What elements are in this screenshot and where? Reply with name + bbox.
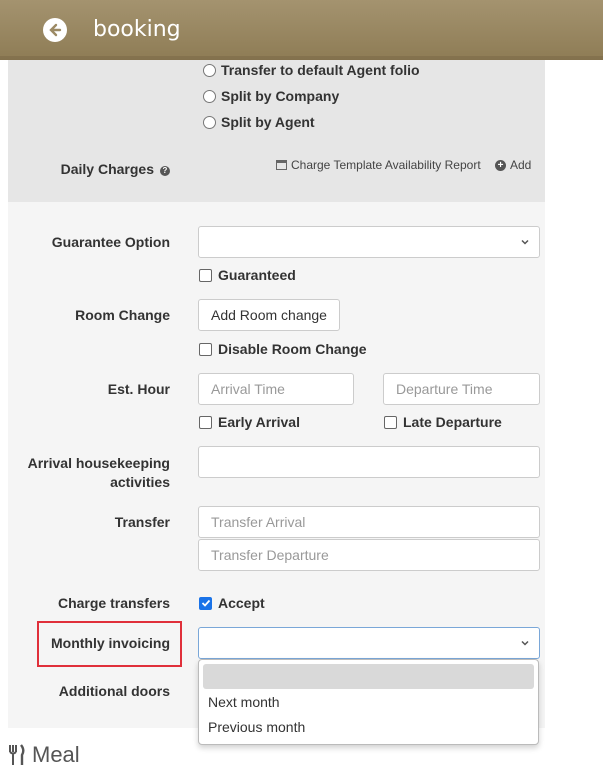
- accept-checkbox-row[interactable]: Accept: [199, 595, 265, 611]
- accept-checkbox[interactable]: [199, 596, 212, 610]
- late-departure-checkbox[interactable]: [384, 415, 397, 429]
- transfer-departure-input[interactable]: Transfer Departure: [198, 539, 540, 571]
- arrival-time-input[interactable]: Arrival Time: [198, 373, 354, 405]
- add-daily-charge-link[interactable]: + Add: [495, 158, 531, 172]
- radio-split-agent[interactable]: Split by Agent: [203, 114, 315, 130]
- departure-time-input[interactable]: Departure Time: [383, 373, 540, 405]
- monthly-invoicing-select[interactable]: [198, 627, 540, 659]
- radio-label: Split by Agent: [221, 114, 315, 130]
- chevron-down-icon: [521, 239, 529, 245]
- radio-button[interactable]: [203, 89, 216, 103]
- dropdown-option-previous-month[interactable]: Previous month: [199, 715, 538, 740]
- early-arrival-checkbox[interactable]: [199, 415, 212, 429]
- plus-circle-icon: +: [495, 159, 506, 171]
- monthly-invoicing-dropdown: Next month Previous month: [198, 659, 539, 745]
- room-change-label: Room Change: [75, 307, 170, 323]
- chevron-down-icon: [521, 640, 529, 646]
- additional-doors-label: Additional doors: [58, 683, 170, 699]
- guaranteed-checkbox-row[interactable]: Guaranteed: [199, 267, 296, 283]
- utensils-icon: [9, 744, 25, 765]
- arrival-housekeeping-input[interactable]: [198, 446, 540, 478]
- disable-room-change-row[interactable]: Disable Room Change: [199, 341, 367, 357]
- early-arrival-row[interactable]: Early Arrival: [199, 414, 300, 430]
- est-hour-label: Est. Hour: [107, 381, 170, 397]
- monthly-invoicing-label: Monthly invoicing: [51, 635, 170, 651]
- radio-button[interactable]: [203, 115, 216, 129]
- dropdown-option-next-month[interactable]: Next month: [199, 690, 538, 715]
- add-room-change-button[interactable]: Add Room change: [198, 299, 340, 331]
- meal-section-header: Meal: [8, 742, 80, 768]
- guarantee-option-select[interactable]: [198, 226, 540, 258]
- arrival-housekeeping-label: Arrival housekeeping activities: [27, 455, 170, 490]
- checkmark-icon: [201, 599, 210, 607]
- calendar-icon: [276, 160, 287, 170]
- charge-transfers-label: Charge transfers: [57, 595, 170, 611]
- daily-charges-label: Daily Charges?: [40, 161, 170, 177]
- transfer-label: Transfer: [114, 514, 170, 530]
- disable-room-change-checkbox[interactable]: [199, 342, 212, 356]
- billing-split-panel: [8, 60, 545, 202]
- guaranteed-checkbox[interactable]: [199, 268, 212, 282]
- radio-label: Split by Company: [221, 88, 340, 104]
- dropdown-option-empty[interactable]: [203, 664, 534, 689]
- guarantee-option-label: Guarantee Option: [51, 234, 170, 250]
- transfer-arrival-input[interactable]: Transfer Arrival: [198, 506, 540, 538]
- late-departure-row[interactable]: Late Departure: [384, 414, 502, 430]
- radio-split-company[interactable]: Split by Company: [203, 88, 339, 104]
- app-header: booking: [0, 0, 603, 60]
- radio-label: Transfer to default Agent folio: [221, 62, 420, 78]
- charge-template-report-link[interactable]: Charge Template Availability Report: [276, 158, 481, 172]
- radio-button[interactable]: [203, 63, 216, 77]
- radio-transfer-agent-folio[interactable]: Transfer to default Agent folio: [203, 62, 420, 78]
- page-title: booking: [93, 17, 181, 42]
- help-icon[interactable]: ?: [160, 166, 170, 176]
- back-arrow-icon[interactable]: [43, 18, 67, 42]
